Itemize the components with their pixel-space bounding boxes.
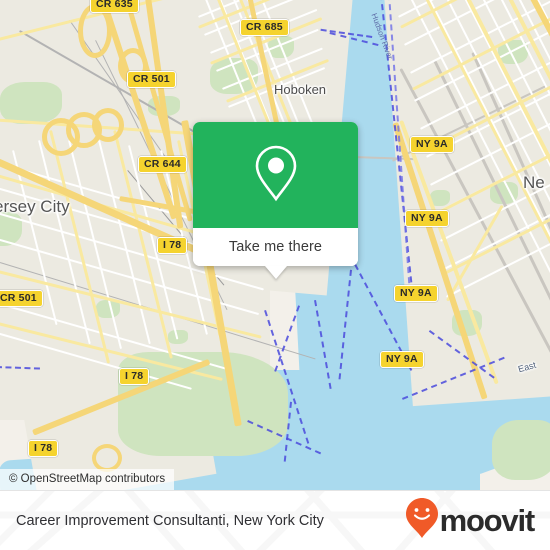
shield-cr-635[interactable]: CR 635 — [90, 0, 139, 13]
moovit-brand-logo[interactable]: moovit — [405, 497, 536, 544]
park-brooklyn — [492, 420, 550, 480]
motorway-ramp-loop3 — [92, 108, 124, 142]
shield-i-78-3[interactable]: I 78 — [28, 440, 59, 457]
moovit-pin-smile-icon — [405, 497, 439, 544]
shield-cr-501-left[interactable]: CR 501 — [0, 290, 43, 307]
place-label-hoboken: Hoboken — [274, 82, 327, 97]
place-label-new-york: Ne — [523, 173, 545, 192]
shield-i-78-1[interactable]: I 78 — [157, 237, 188, 254]
take-me-there-button[interactable]: Take me there — [193, 228, 358, 266]
shield-ny-9a-1[interactable]: NY 9A — [410, 136, 454, 153]
openstreetmap-attribution[interactable]: © OpenStreetMap contributors — [0, 469, 175, 490]
place-title: Career Improvement Consultanti, New York… — [16, 512, 324, 529]
shield-ny-9a-3[interactable]: NY 9A — [394, 285, 438, 302]
shield-cr-501-top[interactable]: CR 501 — [127, 71, 176, 88]
place-label-jersey-city: ersey City — [0, 197, 70, 216]
shield-ny-9a-2[interactable]: NY 9A — [405, 210, 449, 227]
popup-pointer-tail — [265, 266, 287, 279]
map-pin-icon — [253, 144, 299, 207]
shield-cr-644[interactable]: CR 644 — [138, 156, 187, 173]
motorway-ramp-loop6 — [92, 444, 122, 472]
moovit-wordmark: moovit — [439, 503, 536, 538]
shield-cr-685[interactable]: CR 685 — [240, 19, 289, 36]
shield-ny-9a-4[interactable]: NY 9A — [380, 351, 424, 368]
moovit-map-screenshot: Hudson River East Hoboken ersey City Ne … — [0, 0, 550, 550]
popup-header — [193, 122, 358, 228]
map-canvas[interactable]: Hudson River East Hoboken ersey City Ne … — [0, 0, 550, 490]
footer-bar: Career Improvement Consultanti, New York… — [0, 490, 550, 550]
park-north-green — [0, 82, 62, 124]
location-popup-card[interactable]: Take me there — [193, 122, 358, 279]
shield-i-78-2[interactable]: I 78 — [119, 368, 150, 385]
